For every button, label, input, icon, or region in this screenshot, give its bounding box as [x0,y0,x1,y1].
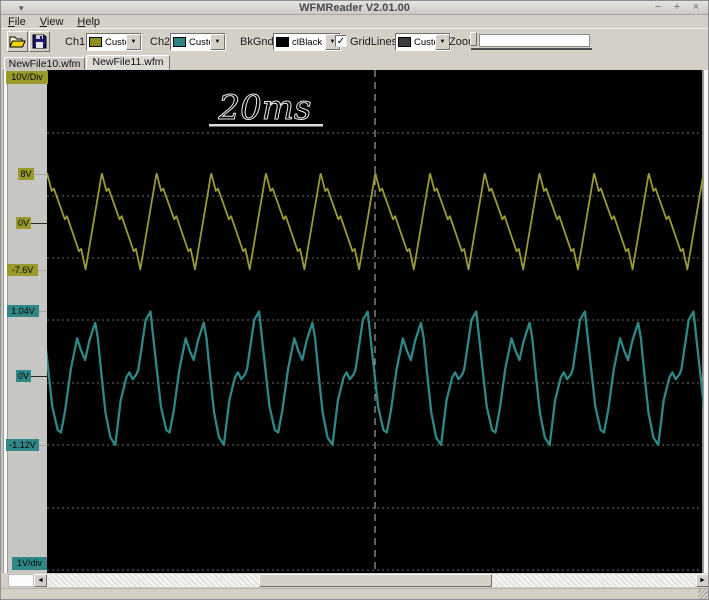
save-file-button[interactable] [29,31,50,52]
app-window: ▾ WFMReader V2.01.00 − + × File View Hel… [0,0,709,600]
scale-label-104v: 1.04V [7,305,39,317]
scrollbar-thumb[interactable] [259,574,492,587]
right-scroll-strip[interactable] [703,70,708,573]
tab-newfile10[interactable]: NewFile10.wfm [4,57,85,70]
scale-tick [31,223,47,224]
maximize-button[interactable]: + [671,1,683,15]
gridcolor-dropdown-button[interactable]: ▼ [435,34,450,50]
chevron-down-icon: ▼ [214,39,221,45]
tab-newfile11[interactable]: NewFile11.wfm [86,55,170,70]
ch1-label: Ch1 [65,36,86,48]
bkgnd-label: BkGnd [240,36,274,48]
title-bar: ▾ WFMReader V2.01.00 − + × [1,1,708,15]
ch2-color-combo[interactable]: Custom... ▼ [170,33,226,51]
scrollbar-corner [8,574,34,587]
horizontal-scrollbar: ◄ ► [1,573,708,588]
open-folder-icon [9,36,26,48]
zoom-slider-track[interactable] [479,34,590,47]
close-button[interactable]: × [690,1,702,15]
ch1-color-value: Custom... [105,36,126,48]
scale-label-8v: 8V [18,168,34,180]
ch1-color-swatch [89,37,102,47]
gridcolor-combo[interactable]: Custom... ▼ [395,33,451,51]
window-title: WFMReader V2.01.00 [299,2,410,14]
menu-file[interactable]: File [8,16,26,28]
menu-view[interactable]: View [40,16,64,28]
scale-label-0v: 0V [16,217,31,229]
bkgnd-color-swatch [276,37,289,47]
status-bar [1,588,708,599]
scale-label-10vdiv: 10V/Div [6,71,48,84]
waveform-canvas[interactable]: 20ms [1,70,708,573]
bkgnd-color-combo[interactable]: clBlack ▼ [273,33,341,51]
scale-label-76v: -7.6V [7,264,38,276]
tab-bar: NewFile10.wfm NewFile11.wfm [1,54,708,70]
gridlines-checkbox[interactable]: ✓ [335,35,347,47]
scale-label-1vdiv: 1V/div [12,557,47,570]
scroll-left-button[interactable]: ◄ [34,574,47,587]
scale-tick [34,174,47,175]
chevron-down-icon: ▼ [130,39,137,45]
open-file-button[interactable] [7,31,28,52]
scroll-right-button[interactable]: ► [696,574,708,587]
resize-grip[interactable] [698,589,708,599]
time-scale-underline [209,124,323,127]
scale-label-0v: 0V [16,370,31,382]
chevron-down-icon: ▼ [439,39,446,45]
bkgnd-color-value: clBlack [292,36,323,48]
gridlines-label: GridLines [350,36,398,48]
floppy-disk-icon [32,34,47,49]
axis-gutter [8,70,47,573]
ch2-dropdown-button[interactable]: ▼ [210,34,225,50]
scale-tick [39,311,47,312]
ch1-dropdown-button[interactable]: ▼ [126,34,141,50]
ch2-label: Ch2 [150,36,171,48]
ch2-color-value: Custom... [189,36,210,48]
ch2-color-swatch [173,37,186,47]
gridcolor-swatch [398,37,411,47]
time-scale-label: 20ms [218,88,312,128]
ch1-color-combo[interactable]: Custom... ▼ [86,33,142,51]
menu-help[interactable]: Help [77,16,100,28]
scale-label-112v: -1.12V [6,439,39,451]
work-area: 20ms 10V/Div 8V 0V -7.6V 1.04V 0V -1.12V 1V/div [1,70,708,573]
menu-bar: File View Help [1,15,708,28]
scale-tick [31,376,47,377]
minimize-button[interactable]: − [652,1,664,15]
toolbar: Ch1 Custom... ▼ Ch2 Custom... ▼ BkGnd cl… [1,28,708,54]
waveform-plot[interactable]: 20ms [1,70,708,573]
scale-tick [39,445,47,446]
scale-tick [38,270,47,271]
gridcolor-value: Custom... [414,36,435,48]
zoom-slider-thumb[interactable] [470,32,477,46]
zoom-slider-shadow [471,48,592,50]
